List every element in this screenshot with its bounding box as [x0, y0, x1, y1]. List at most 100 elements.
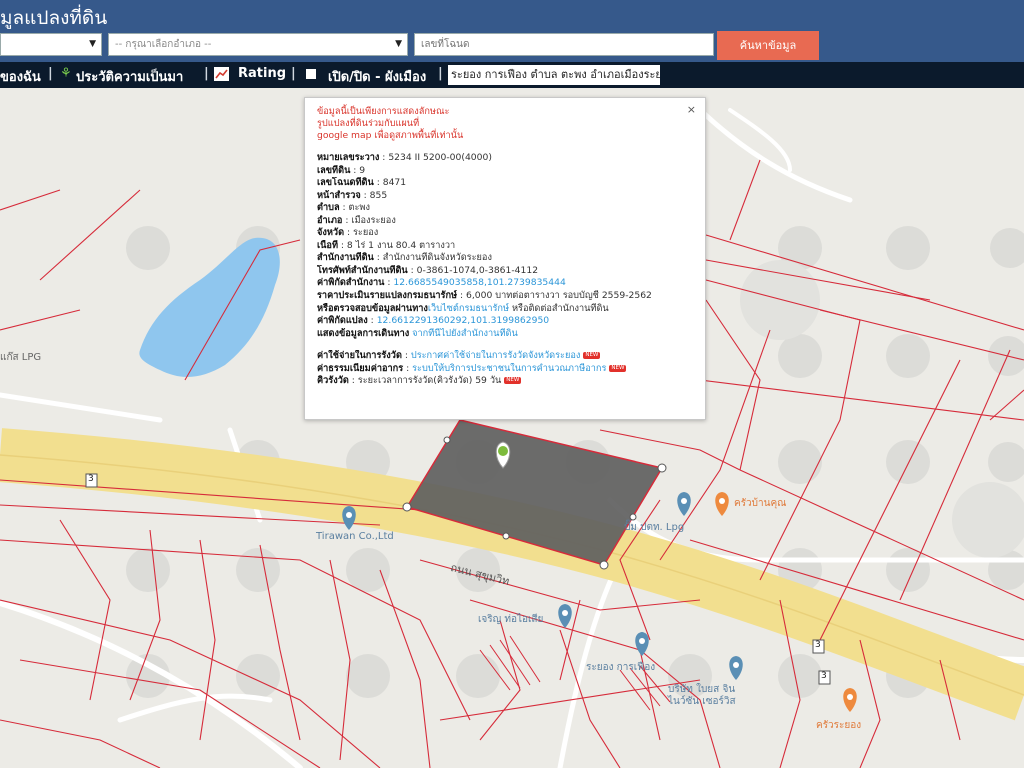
info-value: : สำนักงานที่ดินจังหวัดระยอง — [373, 252, 492, 264]
info-label: หมายเลขระวาง — [317, 152, 380, 163]
info-value: : — [367, 315, 377, 327]
info-row: คิวรังวัด : ระยะเวลาการรังวัด(คิวรังวัด)… — [317, 375, 693, 388]
info-value: : 0-3861-1074,0-3861-4112 — [407, 264, 539, 276]
menu-item-toggle-cityplan[interactable]: เปิด/ปิด - ผังเมือง — [328, 66, 426, 87]
info-label: แสดงข้อมูลการเดินทาง — [317, 327, 410, 339]
info-row: ตำบล : ตะพง — [317, 202, 693, 215]
route-number: 3 — [821, 671, 827, 681]
info-value: : 8471 — [373, 177, 407, 189]
info-label: จังหวัด — [317, 227, 345, 239]
info-link[interactable]: เว็บไซต์กรมธนารักษ์ — [428, 303, 509, 314]
info-row: ค่าใช้จ่ายในการรังวัด : ประกาศค่าใช้จ่าย… — [317, 350, 693, 363]
info-label: ค่าพิกัดสำนักงาน — [317, 277, 385, 289]
info-row: หน้าสำรวจ : 855 — [317, 190, 693, 203]
close-icon[interactable]: × — [687, 103, 696, 116]
new-badge: NEW — [504, 377, 522, 385]
info-value: : ตะพง — [339, 202, 370, 214]
deed-number-input[interactable] — [414, 33, 714, 56]
info-label: คิวรังวัด — [317, 375, 349, 387]
map-label-karnfueang: ระยอง การเฟือง — [586, 662, 656, 673]
info-row: โทรศัพท์สำนักงานที่ดิน : 0-3861-1074,0-3… — [317, 265, 693, 278]
info-value: : — [403, 362, 413, 374]
route-number: 3 — [88, 474, 94, 484]
info-value: : ระยะเวลาการรังวัด(คิวรังวัด) 59 วัน — [348, 375, 502, 387]
district-select-value: -- กรุณาเลือกอำเภอ -- — [115, 39, 212, 50]
page-title: มูลแปลงที่ดิน — [0, 7, 108, 29]
info-label: เลขโฉนดที่ดิน — [317, 177, 374, 189]
sprout-icon: ⚘ — [60, 66, 72, 81]
info-label: หรือตรวจสอบข้อมูลผ่านทาง — [317, 302, 428, 314]
province-select[interactable]: ▼ — [0, 33, 102, 56]
info-link[interactable]: 12.6612291360292,101.3199862950 — [377, 315, 549, 326]
menu-divider: | — [438, 66, 443, 81]
info-value: : 8 ไร่ 1 งาน 80.4 ตารางวา — [338, 239, 456, 251]
info-value: : ระยอง — [344, 227, 379, 239]
menu-item-history[interactable]: ประวัติความเป็นมา — [76, 66, 183, 87]
info-link[interactable]: ระบบให้บริการประชาชนในการคำนวณภาษีอากร — [412, 363, 606, 374]
info-suffix: หรือติดต่อสำนักงานที่ดิน — [509, 302, 609, 314]
info-row: ค่าพิกัดสำนักงาน : 12.6685549035858,101.… — [317, 277, 693, 290]
info-row: หมายเลขระวาง : 5234 II 5200-00(4000) — [317, 152, 693, 165]
parcel-info-popup: × ข้อมูลนี้เป็นเพียงการแสดงลักษณะ รูปแปล… — [304, 97, 706, 420]
menu-item-mine[interactable]: ของฉัน — [0, 66, 41, 87]
map-label-lpg: แก๊ส LPG — [0, 352, 42, 363]
disclaimer-line: google map เพื่อดูสภาพพื้นที่เท่านั้น — [317, 130, 464, 141]
search-button[interactable]: ค้นหาข้อมูล — [717, 31, 819, 60]
info-row: สำนักงานที่ดิน : สำนักงานที่ดินจังหวัดระ… — [317, 252, 693, 265]
info-label: ค่าธรรมเนียมค่าอากร — [317, 362, 404, 374]
info-row: ราคาประเมินรายแปลงกรมธนารักษ์ : 6,000 บา… — [317, 290, 693, 303]
map-label-company2: ไนว์ซัน เซอร์วิส — [668, 696, 736, 707]
info-label: ตำบล — [317, 202, 340, 214]
district-select[interactable]: -- กรุณาเลือกอำเภอ -- ▼ — [108, 33, 408, 56]
info-label: หน้าสำรวจ — [317, 189, 361, 201]
info-label: ค่าใช้จ่ายในการรังวัด — [317, 350, 402, 362]
info-link[interactable]: 12.6685549035858,101.2739835444 — [393, 277, 565, 288]
menu-divider: | — [291, 66, 296, 81]
info-link[interactable]: จากที่นี่ไปยังสำนักงานที่ดิน — [412, 328, 518, 339]
info-row: เลขโฉนดที่ดิน : 8471 — [317, 177, 693, 190]
info-value: : 855 — [360, 189, 388, 201]
info-row: เนื้อที่ : 8 ไร่ 1 งาน 80.4 ตารางวา — [317, 240, 693, 253]
fee-info-rows: ค่าใช้จ่ายในการรังวัด : ประกาศค่าใช้จ่าย… — [317, 350, 693, 388]
menu-divider: | — [48, 66, 53, 81]
info-value: : 6,000 บาทต่อตารางวา รอบบัญชี 2559-2562 — [457, 290, 652, 302]
map-label-restaurant2: ครัวระยอง — [816, 720, 862, 731]
map-label-tirawan: Tirawan Co.,Ltd — [316, 531, 394, 542]
info-value: : 9 — [350, 164, 366, 176]
disclaimer-line: ข้อมูลนี้เป็นเพียงการแสดงลักษณะ — [317, 106, 450, 117]
map-label-ptt: ปั๊ม ปตท. Lpg — [624, 522, 685, 533]
chevron-down-icon: ▼ — [89, 39, 96, 49]
new-badge: NEW — [583, 352, 601, 360]
info-value: : 5234 II 5200-00(4000) — [379, 152, 492, 163]
info-link[interactable]: ประกาศค่าใช้จ่ายในการรังวัดจังหวัดระยอง — [411, 350, 580, 361]
info-value: : เมืองระยอง — [342, 214, 396, 226]
chevron-down-icon: ▼ — [395, 39, 402, 49]
menu-item-rating[interactable]: Rating — [238, 66, 286, 81]
info-label: เนื้อที่ — [317, 239, 338, 251]
info-label: อำเภอ — [317, 214, 343, 226]
address-display: ระยอง การเฟือง ตำบล ตะพง อำเภอเมืองระยอง — [448, 65, 660, 85]
info-value: : — [401, 350, 411, 362]
info-label: เลขที่ดิน — [317, 164, 351, 176]
info-row: แสดงข้อมูลการเดินทาง จากที่นี่ไปยังสำนัก… — [317, 328, 693, 341]
rating-chart-icon — [214, 67, 229, 81]
info-row: หรือตรวจสอบข้อมูลผ่านทางเว็บไซต์กรมธนารั… — [317, 303, 693, 316]
header-bar: มูลแปลงที่ดิน ▼ -- กรุณาเลือกอำเภอ -- ▼ … — [0, 0, 1024, 62]
info-label: ราคาประเมินรายแปลงกรมธนารักษ์ — [317, 290, 458, 302]
info-row: ค่าพิกัดแปลง : 12.6612291360292,101.3199… — [317, 315, 693, 328]
info-row: อำเภอ : เมืองระยอง — [317, 215, 693, 228]
info-label: สำนักงานที่ดิน — [317, 252, 374, 264]
info-label: โทรศัพท์สำนักงานที่ดิน — [317, 264, 408, 276]
parcel-info-rows: หมายเลขระวาง : 5234 II 5200-00(4000) เลขท… — [317, 152, 693, 340]
info-row: จังหวัด : ระยอง — [317, 227, 693, 240]
info-row: เลขที่ดิน : 9 — [317, 165, 693, 178]
menu-divider: | — [204, 66, 209, 81]
info-label: ค่าพิกัดแปลง — [317, 315, 368, 327]
toggle-checkbox[interactable] — [306, 69, 316, 79]
disclaimer-line: รูปแปลงที่ดินร่วมกับแผนที่ — [317, 118, 420, 129]
map-label-charoen: เจริญ ท่อไอเสีย — [478, 614, 544, 625]
info-row: ค่าธรรมเนียมค่าอากร : ระบบให้บริการประชา… — [317, 363, 693, 376]
route-number: 3 — [815, 640, 821, 650]
new-badge: NEW — [609, 364, 627, 372]
map-label-restaurant: ครัวบ้านคุณ — [734, 498, 787, 509]
